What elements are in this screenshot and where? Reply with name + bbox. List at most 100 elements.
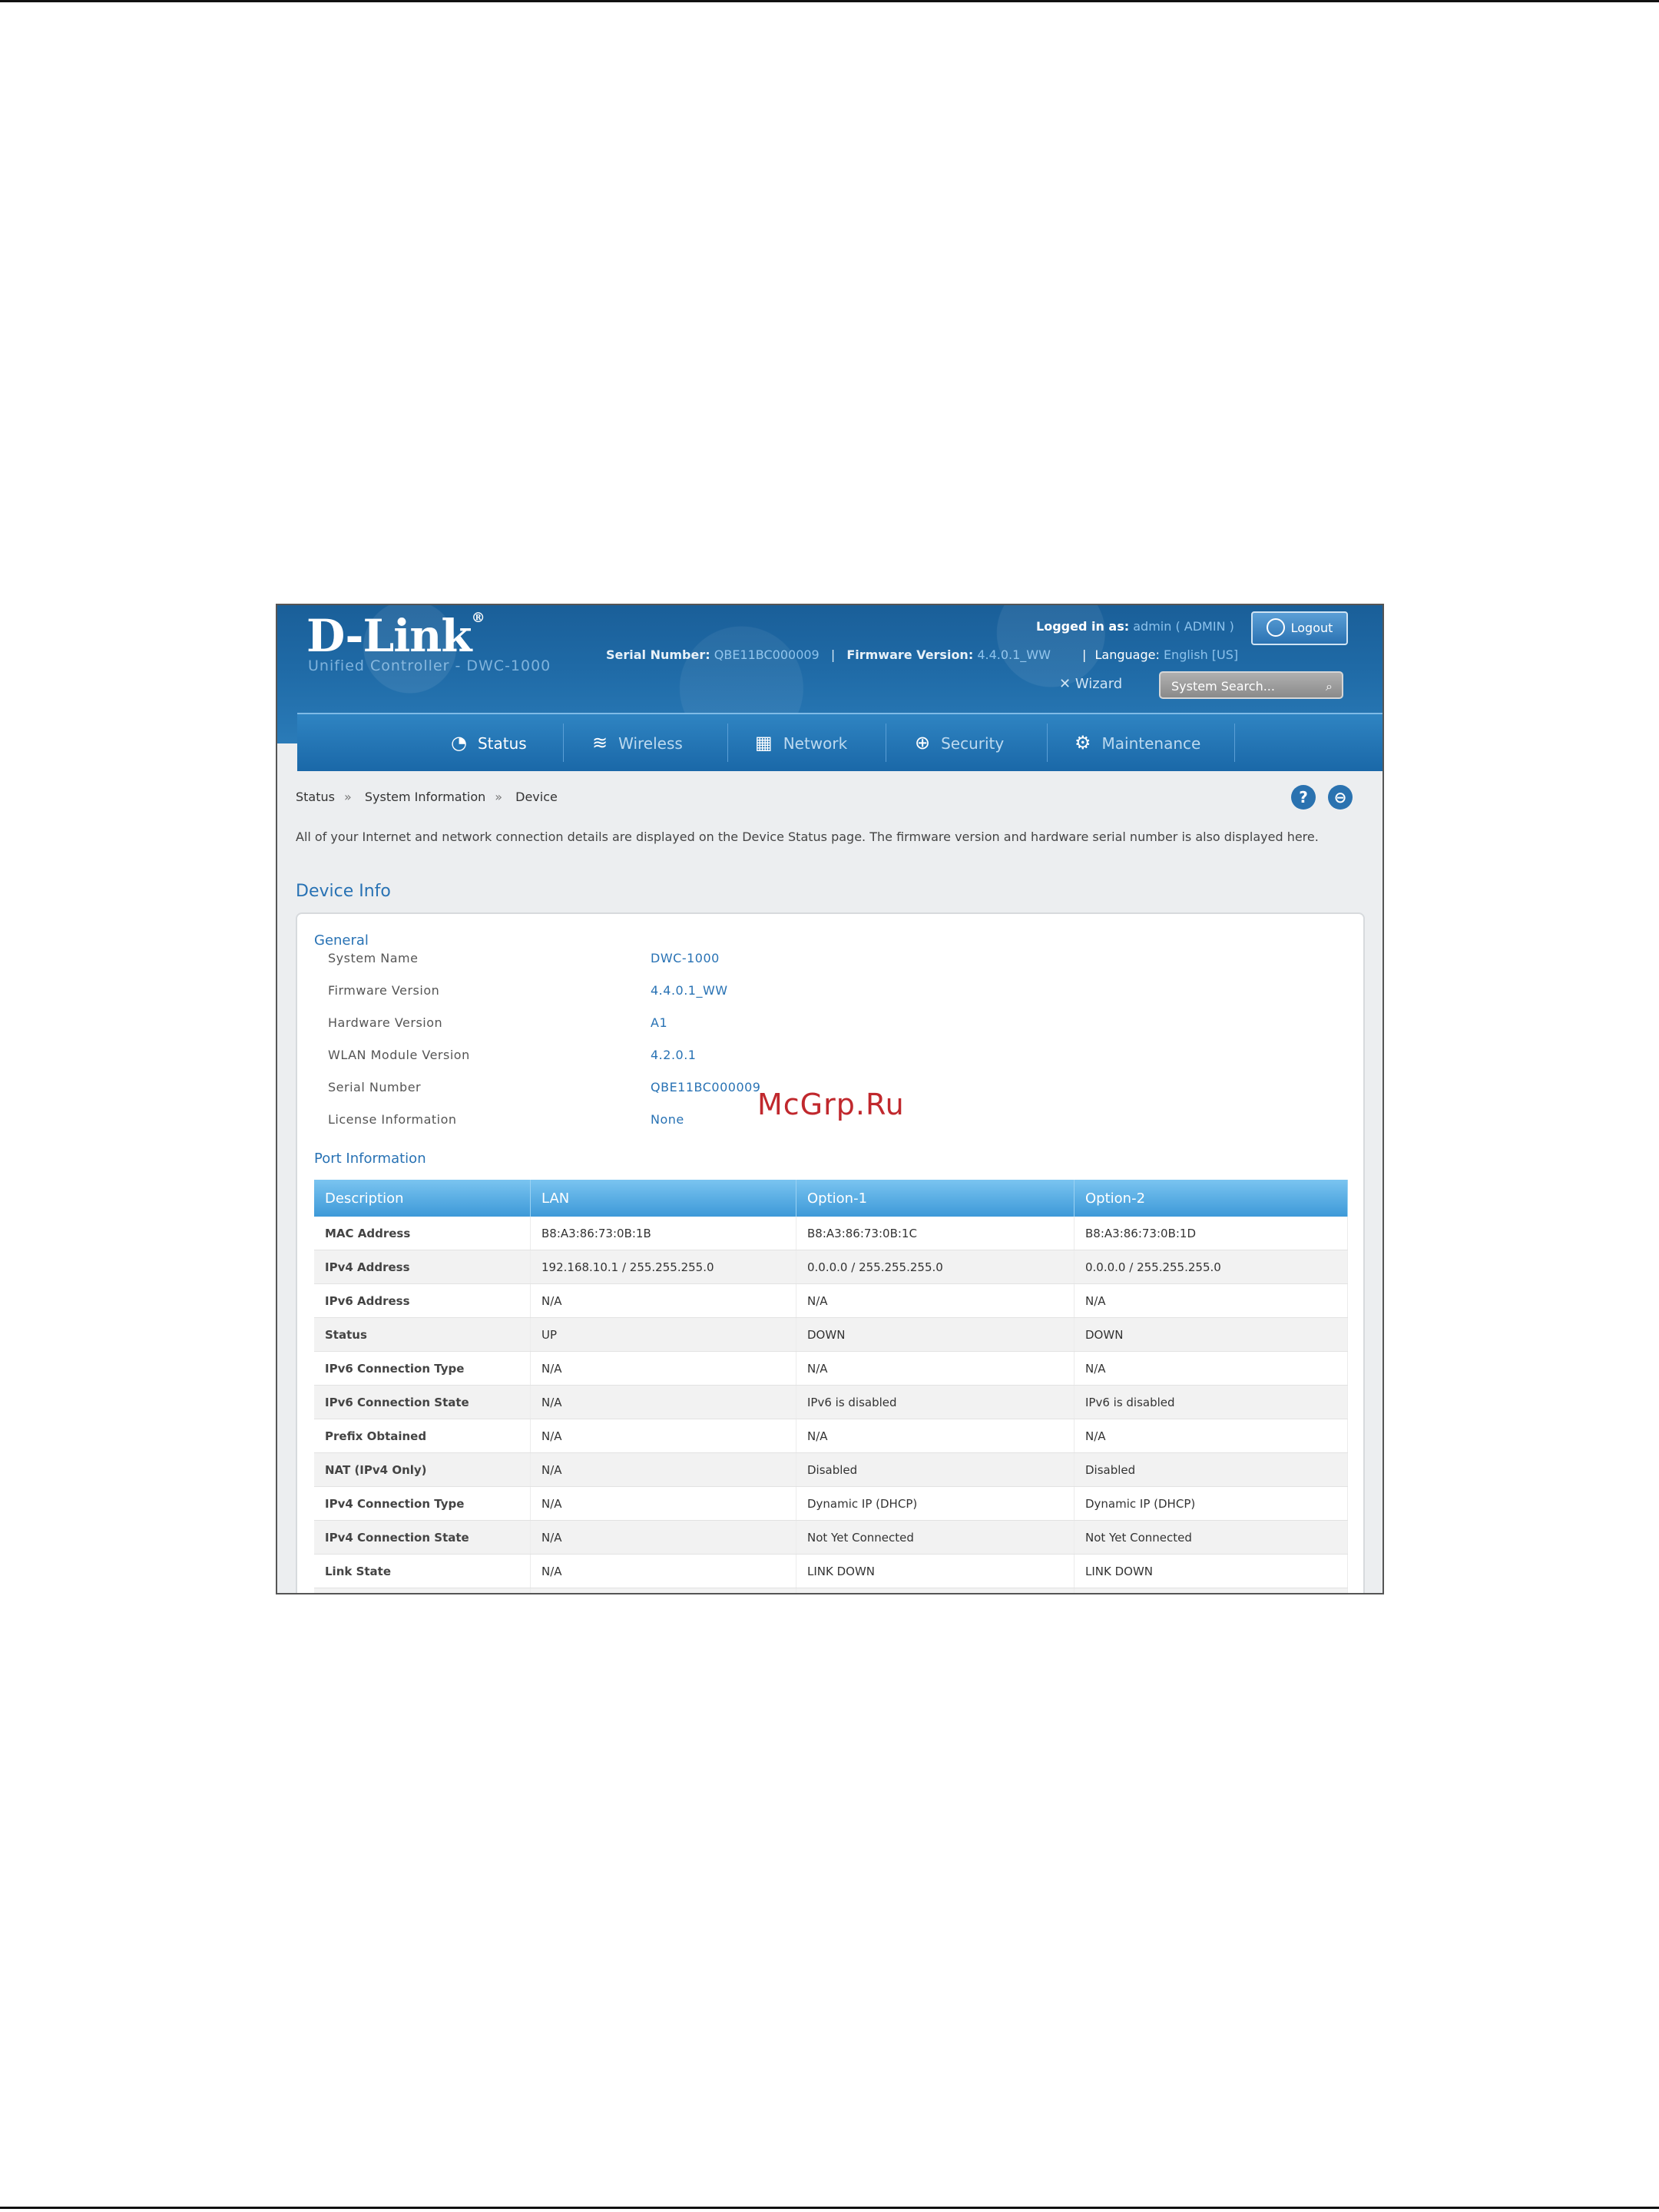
general-value: QBE11BC000009 (651, 1080, 761, 1094)
table-cell: N/A (530, 1419, 796, 1453)
table-cell: Use only single port: Option1 (1074, 1588, 1348, 1593)
table-row: MAC Address B8:A3:86:73:0B:1B B8:A3:86:73:… (314, 1217, 1348, 1250)
logged-in-info: Logged in as: admin ( ADMIN ) (1036, 619, 1234, 634)
table-cell: Use only single port: Option1 (796, 1588, 1075, 1593)
table-cell: 0.0.0.0 / 255.255.255.0 (1074, 1250, 1348, 1284)
nav-security[interactable]: ⊕ Security (915, 714, 1004, 771)
breadcrumb-system-info[interactable]: System Information (365, 790, 485, 804)
logout-button[interactable]: Logout (1251, 611, 1348, 645)
breadcrumb-status[interactable]: Status (296, 790, 335, 804)
device-info-panel: General System Name DWC-1000 Firmware Ve… (296, 912, 1365, 1593)
table-cell: UP (530, 1317, 796, 1352)
row-label: Prefix Obtained (314, 1419, 531, 1453)
table-cell: N/A (530, 1520, 796, 1555)
page-description: All of your Internet and network connect… (296, 830, 1319, 844)
lock-icon: ⊕ (915, 732, 931, 753)
table-cell: Dynamic IP (DHCP) (796, 1486, 1075, 1521)
wifi-icon: ≋ (592, 732, 608, 753)
product-name: Unified Controller - DWC-1000 (308, 657, 551, 674)
system-search-input[interactable]: System Search... ⌕ (1159, 671, 1343, 699)
page-top-rule (0, 0, 1659, 2)
general-value: A1 (651, 1015, 668, 1030)
language-label: Language: (1094, 647, 1160, 662)
table-cell: B8:A3:86:73:0B:1B (530, 1217, 796, 1250)
wizard-link[interactable]: ✕ Wizard (1059, 676, 1122, 692)
row-label: IPv6 Connection Type (314, 1351, 531, 1386)
table-row: Prefix Obtained N/A N/A N/A (314, 1419, 1348, 1453)
section-title: Device Info (296, 882, 391, 901)
nav-wireless[interactable]: ≋ Wireless (592, 714, 683, 771)
column-header: Option-1 (796, 1180, 1075, 1217)
general-value: 4.4.0.1_WW (651, 983, 728, 998)
general-title: General (314, 932, 369, 949)
general-label: WLAN Module Version (328, 1048, 470, 1062)
logged-in-label: Logged in as: (1036, 619, 1130, 634)
row-label: MAC Address (314, 1217, 531, 1250)
table-cell: N/A (530, 1351, 796, 1386)
table-cell: N/A (530, 1452, 796, 1487)
table-cell: N/A (1074, 1351, 1348, 1386)
table-cell: Disabled (796, 1452, 1075, 1487)
close-icon[interactable]: ⊖ (1328, 785, 1353, 810)
general-label: Hardware Version (328, 1015, 443, 1030)
table-cell: N/A (1074, 1419, 1348, 1453)
table-cell: B8:A3:86:73:0B:1D (1074, 1217, 1348, 1250)
nav-status[interactable]: ◔ Status (451, 714, 527, 771)
table-row: Option ModeN/AUse only single port: Opti… (314, 1588, 1348, 1593)
table-cell: N/A (530, 1588, 796, 1593)
table-cell: N/A (530, 1283, 796, 1318)
table-cell: N/A (1074, 1283, 1348, 1318)
network-icon: ▦ (755, 732, 773, 753)
serial-label: Serial Number: (606, 647, 710, 662)
wand-icon: ✕ (1059, 676, 1071, 692)
row-label: Link State (314, 1554, 531, 1588)
table-cell: N/A (796, 1351, 1075, 1386)
dlink-logo: D-Link® (306, 610, 485, 662)
nav-network[interactable]: ▦ Network (755, 714, 847, 771)
column-header: Option-2 (1074, 1180, 1348, 1217)
help-icon[interactable]: ? (1291, 785, 1316, 810)
breadcrumb-device: Device (515, 790, 558, 804)
table-cell: B8:A3:86:73:0B:1C (796, 1217, 1075, 1250)
table-row: IPv4 Address 192.168.10.1 / 255.255.255.0… (314, 1250, 1348, 1284)
table-cell: DOWN (1074, 1317, 1348, 1352)
serial-value: QBE11BC000009 (714, 647, 820, 662)
table-row: IPv6 Connection Type N/A N/A N/A (314, 1351, 1348, 1386)
column-header: LAN (530, 1180, 796, 1217)
table-cell: LINK DOWN (796, 1554, 1075, 1588)
main-nav: ◔ Status ≋ Wireless ▦ Network ⊕ Security ⚙ Ma… (297, 713, 1382, 771)
table-row: IPv6 Connection State N/A IPv6 is disabled… (314, 1385, 1348, 1419)
table-cell: N/A (530, 1486, 796, 1521)
table-cell: N/A (530, 1385, 796, 1419)
logged-in-user[interactable]: admin ( ADMIN ) (1133, 619, 1234, 634)
nav-maintenance[interactable]: ⚙ Maintenance (1075, 714, 1200, 771)
table-row: IPv4 Connection Type N/A Dynamic IP (DHCP)… (314, 1486, 1348, 1521)
table-cell: 0.0.0.0 / 255.255.255.0 (796, 1250, 1075, 1284)
breadcrumb: Status» System Information» Device (296, 790, 558, 804)
general-value: 4.2.0.1 (651, 1048, 697, 1062)
language-select[interactable]: English [US] (1164, 647, 1238, 662)
gauge-icon: ◔ (451, 732, 467, 753)
page-bottom-rule (0, 2207, 1659, 2209)
table-row: Status UP DOWN DOWN (314, 1317, 1348, 1352)
row-label: IPv6 Address (314, 1283, 531, 1318)
table-cell: IPv6 is disabled (796, 1385, 1075, 1419)
table-cell: Not Yet Connected (1074, 1520, 1348, 1555)
general-label: License Information (328, 1112, 457, 1127)
table-cell: Not Yet Connected (796, 1520, 1075, 1555)
column-header: Description (314, 1180, 531, 1217)
table-cell: DOWN (796, 1317, 1075, 1352)
general-label: Firmware Version (328, 983, 440, 998)
row-label: IPv6 Connection State (314, 1385, 531, 1419)
language-info: | Language: English [US] (1082, 647, 1239, 662)
watermark: McGrp.Ru (757, 1088, 905, 1121)
general-value: DWC-1000 (651, 951, 720, 965)
table-cell: N/A (796, 1283, 1075, 1318)
row-label: NAT (IPv4 Only) (314, 1452, 531, 1487)
search-icon: ⌕ (1326, 679, 1333, 694)
port-info-table: Description LAN Option-1 Option-2 MAC Ad… (314, 1180, 1348, 1593)
row-label: IPv4 Address (314, 1250, 531, 1284)
table-cell: N/A (796, 1419, 1075, 1453)
general-label: System Name (328, 951, 419, 965)
port-info-title: Port Information (314, 1151, 426, 1167)
